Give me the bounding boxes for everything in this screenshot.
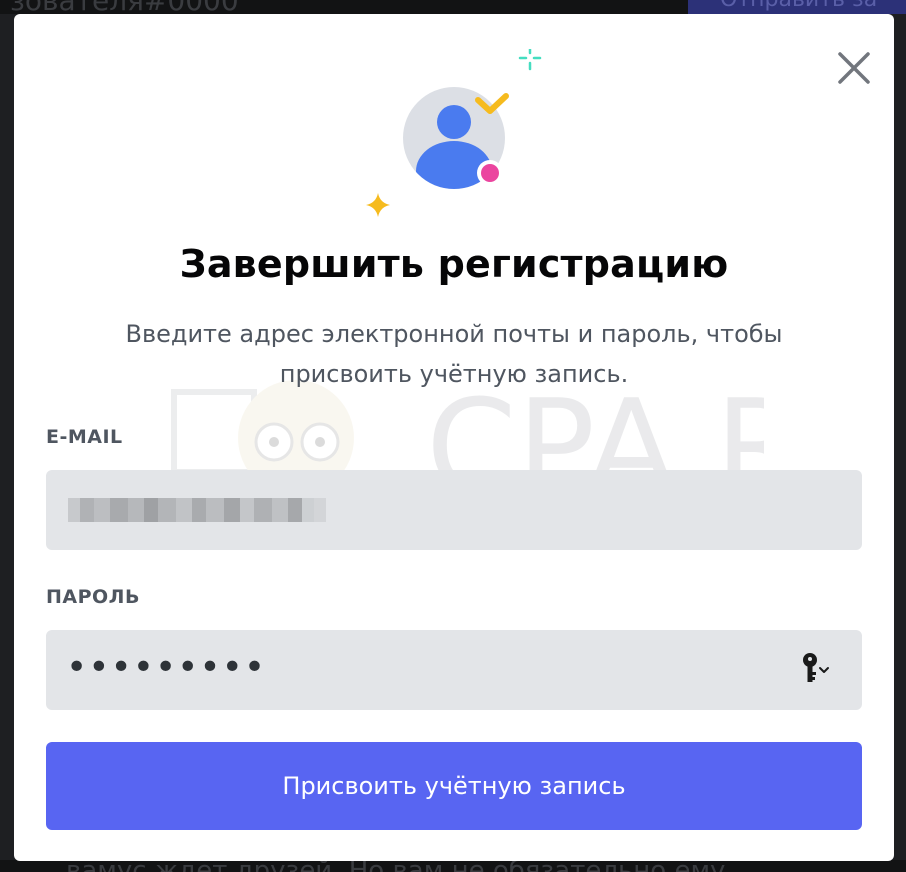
background-header: зователя#0000 Отправить за	[0, 0, 906, 14]
email-redacted-value	[68, 498, 326, 522]
background-send-button: Отправить за	[688, 0, 906, 14]
background-body-text: вамус ждет друзей. Но вам не обязательно…	[66, 860, 725, 872]
modal-subtitle: Введите адрес электронной почты и пароль…	[125, 320, 783, 388]
key-dropdown-icon[interactable]	[798, 650, 838, 690]
page-title: Завершить регистрацию	[179, 242, 729, 286]
user-verified-icon	[366, 45, 542, 217]
email-field[interactable]	[46, 470, 862, 550]
password-field[interactable]: •••••••••	[46, 630, 862, 710]
background-footer: вамус ждет друзей. Но вам не обязательно…	[0, 860, 906, 872]
close-button[interactable]	[834, 48, 874, 88]
password-label: ПАРОЛЬ	[46, 586, 140, 608]
close-icon[interactable]	[834, 48, 874, 88]
user-verified-illustration	[354, 45, 554, 229]
claim-account-modal: CPA.RIP Завершить регистрацию Введите ад…	[14, 14, 906, 861]
email-label: E-MAIL	[46, 426, 123, 448]
password-manager-button[interactable]	[798, 650, 838, 690]
password-value: •••••••••	[66, 647, 267, 688]
claim-account-button[interactable]: Присвоить учётную запись	[46, 742, 862, 830]
background-username-text: зователя#0000	[10, 0, 239, 14]
